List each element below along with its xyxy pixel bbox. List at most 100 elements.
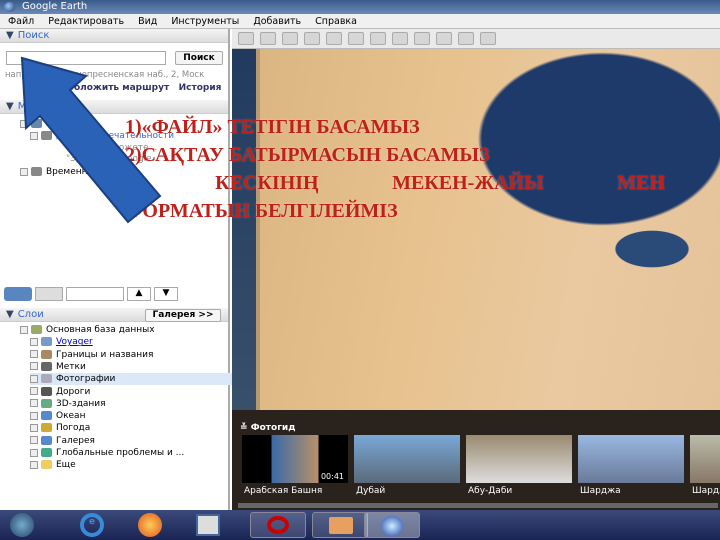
layer-icon <box>41 411 52 421</box>
map-toolbar <box>232 29 720 49</box>
layer-item[interactable]: Основная база данных <box>20 324 250 336</box>
photo-thumbnail[interactable] <box>466 435 572 483</box>
search-header[interactable]: ▼ Поиск <box>0 29 228 43</box>
email-icon[interactable] <box>436 32 452 45</box>
menu-view[interactable]: Вид <box>138 14 157 28</box>
route-link[interactable]: Проложить маршрут <box>60 83 169 93</box>
menu-bar: Файл Редактировать Вид Инструменты Добав… <box>0 14 720 29</box>
places-header[interactable]: ▼ Места <box>0 100 228 114</box>
overlay-icon[interactable] <box>326 32 342 45</box>
panel-icon[interactable] <box>35 287 63 301</box>
globe-icon <box>31 119 42 128</box>
layer-icon <box>41 448 52 457</box>
menu-tools[interactable]: Инструменты <box>171 14 239 28</box>
word-icon[interactable] <box>196 514 220 536</box>
instruction-step-3: 3) КЕСКІНІҢ МЕКЕН-ЖАЙЫ МЕН <box>125 172 665 194</box>
path-icon[interactable] <box>304 32 320 45</box>
powerpoint-icon <box>329 517 353 534</box>
photo-thumbnail[interactable] <box>690 435 720 483</box>
search-input[interactable] <box>6 51 166 65</box>
sun-icon[interactable] <box>392 32 408 45</box>
red-sea <box>232 49 260 410</box>
menu-add[interactable]: Добавить <box>253 14 301 28</box>
google-earth-task[interactable] <box>364 512 420 538</box>
search-button[interactable]: Поиск <box>175 51 223 65</box>
ie-icon[interactable]: e <box>80 513 104 537</box>
layer-label: Voyager <box>56 337 93 348</box>
layer-item[interactable]: 3D-здания <box>30 398 260 410</box>
layer-label: 3D-здания <box>56 398 106 409</box>
opera-task[interactable] <box>250 512 306 538</box>
layer-item[interactable]: Метки <box>30 361 260 373</box>
layer-checkbox[interactable] <box>30 387 38 395</box>
layer-checkbox[interactable] <box>30 337 38 346</box>
layer-checkbox[interactable] <box>30 411 38 420</box>
layer-label: Основная база данных <box>46 325 155 335</box>
layer-item[interactable]: Океан <box>30 410 260 422</box>
tour-icon[interactable] <box>348 32 364 45</box>
layer-label: Океан <box>56 411 86 422</box>
powerpoint-task[interactable] <box>312 512 368 538</box>
search-header-label: Поиск <box>17 30 50 41</box>
photo-caption: Шарджа <box>580 486 621 496</box>
sidebar-filter-input[interactable] <box>66 287 124 301</box>
instruction-text: 1)«ФАЙЛ» ТЕТІГІН БАСАМЫЗ 2)САҚТАУ БАТЫРМ… <box>125 113 665 225</box>
folder-icon <box>31 167 42 176</box>
sidebar-toggle-icon[interactable] <box>238 32 254 45</box>
search-hint: например: Краснопресненская наб., 2, Мос… <box>5 70 205 80</box>
layer-icon <box>41 460 52 470</box>
layer-item[interactable]: Границы и названия <box>30 349 260 361</box>
move-up-icon[interactable]: ▲ <box>127 287 151 301</box>
layer-label: Метки <box>56 361 86 372</box>
maps-icon[interactable] <box>480 32 496 45</box>
print-icon[interactable] <box>458 32 474 45</box>
layer-checkbox[interactable] <box>20 325 28 334</box>
photo-thumbnail[interactable] <box>578 435 684 483</box>
search-tool-icon[interactable] <box>4 287 32 301</box>
window-title: Google Earth <box>22 1 88 12</box>
history-link[interactable]: История <box>179 83 222 93</box>
layer-item[interactable]: Дороги <box>30 386 260 398</box>
start-button[interactable] <box>10 513 34 537</box>
planet-icon[interactable] <box>370 32 386 45</box>
layer-item[interactable]: Глобальные проблемы и ... <box>30 447 260 459</box>
ruler-icon[interactable] <box>414 32 430 45</box>
firefox-icon[interactable] <box>138 513 162 537</box>
move-down-icon[interactable]: ▼ <box>154 287 178 301</box>
layer-checkbox[interactable] <box>30 436 38 445</box>
photo-thumbnail[interactable]: 00:41 <box>242 435 348 483</box>
layer-checkbox[interactable] <box>30 399 38 408</box>
google-earth-icon <box>4 2 15 12</box>
layer-item[interactable]: Погода <box>30 422 260 434</box>
layer-item[interactable]: Voyager <box>30 336 260 348</box>
layer-label: Галерея <box>56 435 95 446</box>
photo-thumbnail[interactable] <box>354 435 460 483</box>
layer-checkbox[interactable] <box>30 362 38 371</box>
photo-panel-title[interactable]: ≚ Фотогид <box>240 423 295 433</box>
layer-checkbox[interactable] <box>30 350 38 359</box>
placemark-icon[interactable] <box>260 32 276 45</box>
layer-icon <box>41 374 52 384</box>
photo-panel-title-label: Фотогид <box>250 423 296 433</box>
instruction-step-1: 1)«ФАЙЛ» ТЕТІГІН БАСАМЫЗ <box>125 116 420 138</box>
layer-icon <box>31 325 42 334</box>
menu-edit[interactable]: Редактировать <box>48 14 124 28</box>
layer-item[interactable]: Еще <box>30 459 260 471</box>
layer-item[interactable]: Галерея <box>30 435 260 447</box>
layer-item[interactable]: Фотографии <box>30 373 260 386</box>
place-label: Мои метки <box>46 119 97 129</box>
video-duration: 00:41 <box>320 472 344 481</box>
layer-checkbox[interactable] <box>30 374 38 383</box>
places-header-label: Места <box>17 101 50 112</box>
menu-help[interactable]: Справка <box>315 14 357 28</box>
gallery-button[interactable]: Галерея >> <box>145 309 221 322</box>
layer-icon <box>41 398 52 408</box>
layer-checkbox[interactable] <box>30 423 38 432</box>
layer-checkbox[interactable] <box>30 460 38 469</box>
layer-icon <box>41 361 52 371</box>
polygon-icon[interactable] <box>282 32 298 45</box>
photo-scrollbar[interactable] <box>238 503 718 508</box>
menu-file[interactable]: Файл <box>8 14 34 28</box>
layer-icon <box>41 423 52 433</box>
layer-checkbox[interactable] <box>30 448 38 457</box>
